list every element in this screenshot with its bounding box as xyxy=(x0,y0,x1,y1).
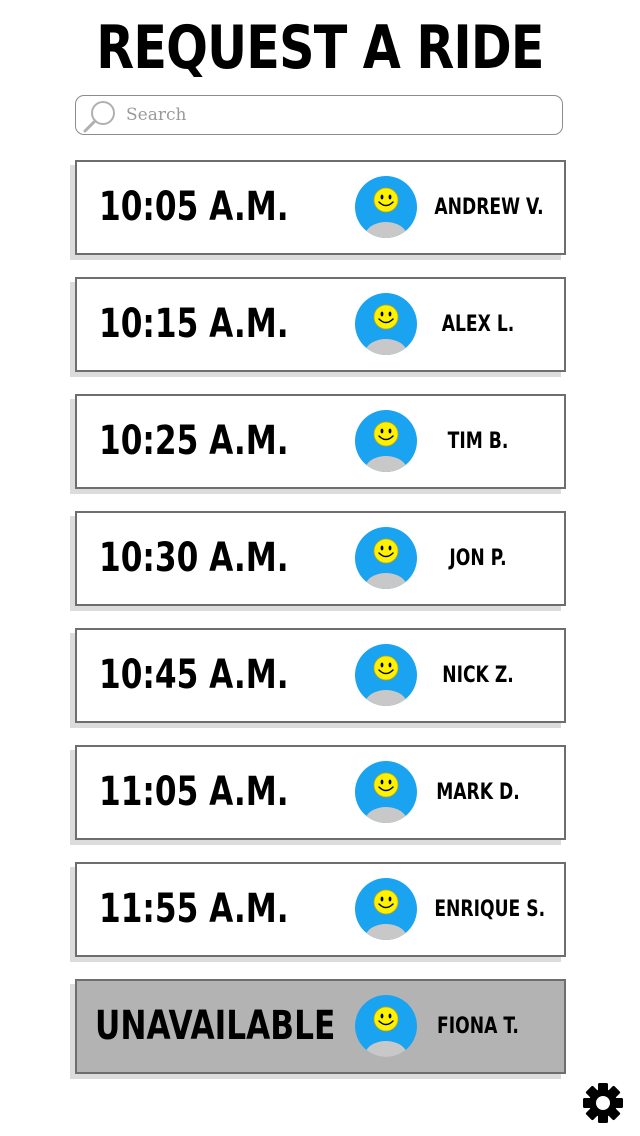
smiley-avatar-icon xyxy=(355,410,417,472)
driver-name: ALEX L. xyxy=(441,312,515,337)
driver-name: TIM B. xyxy=(447,429,509,454)
driver-name: NICK Z. xyxy=(442,663,514,688)
smiley-avatar-icon xyxy=(355,293,417,355)
ride-row[interactable]: 11:55 A.M. ENRIQUE S. xyxy=(75,862,566,957)
ride-time: 11:55 A.M. xyxy=(99,886,289,932)
ride-row[interactable]: 10:45 A.M. NICK Z. xyxy=(75,628,566,723)
smiley-avatar-icon xyxy=(355,761,417,823)
ride-row[interactable]: 10:30 A.M. JON P. xyxy=(75,511,566,606)
ride-time: 10:15 A.M. xyxy=(99,301,289,347)
ride-list: 10:05 A.M. ANDREW V. 10:15 A.M. ALEX L. 10:2… xyxy=(0,0,640,1136)
ride-row[interactable]: 10:15 A.M. ALEX L. xyxy=(75,277,566,372)
driver-name: ANDREW V. xyxy=(434,195,544,220)
ride-time: 10:05 A.M. xyxy=(99,184,289,230)
ride-time: 10:25 A.M. xyxy=(99,418,289,464)
driver-name: FIONA T. xyxy=(437,1014,519,1039)
driver-name: ENRIQUE S. xyxy=(434,897,546,922)
gear-icon[interactable] xyxy=(582,1082,624,1124)
ride-row[interactable]: 11:05 A.M. MARK D. xyxy=(75,745,566,840)
smiley-avatar-icon xyxy=(355,995,417,1057)
driver-name: MARK D. xyxy=(436,780,520,805)
smiley-avatar-icon xyxy=(355,644,417,706)
ride-time: 11:05 A.M. xyxy=(99,769,289,815)
ride-row[interactable]: 10:25 A.M. TIM B. xyxy=(75,394,566,489)
ride-time: 10:30 A.M. xyxy=(99,535,289,581)
ride-time: 10:45 A.M. xyxy=(99,652,289,698)
ride-row[interactable]: 10:05 A.M. ANDREW V. xyxy=(75,160,566,255)
ride-row-unavailable: UNAVAILABLE FIONA T. xyxy=(75,979,566,1074)
smiley-avatar-icon xyxy=(355,176,417,238)
ride-time: UNAVAILABLE xyxy=(95,1003,336,1049)
smiley-avatar-icon xyxy=(355,527,417,589)
smiley-avatar-icon xyxy=(355,878,417,940)
driver-name: JON P. xyxy=(449,546,507,571)
